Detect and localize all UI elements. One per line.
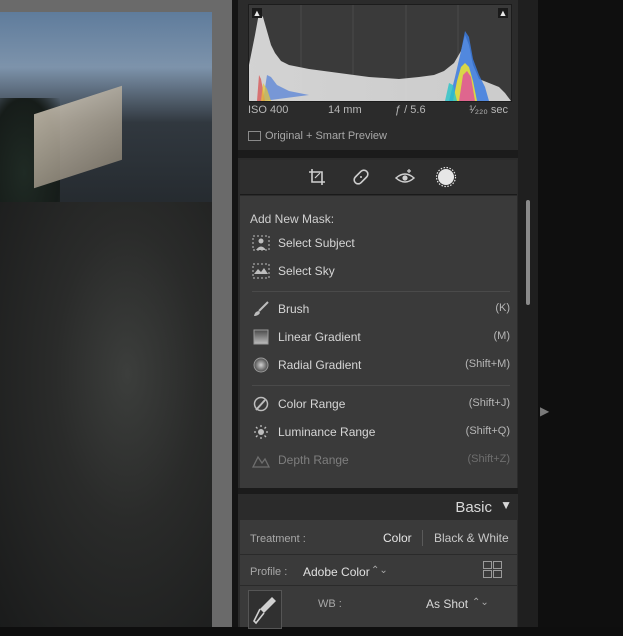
collapse-panel-arrow-icon[interactable]: ▶: [540, 404, 550, 424]
luminance-range-item[interactable]: Luminance Range (Shift+Q): [252, 423, 510, 443]
select-sky-item[interactable]: Select Sky: [252, 262, 510, 282]
wb-select[interactable]: As Shot: [426, 597, 468, 611]
photo-canvas-area[interactable]: [0, 0, 232, 627]
basic-section-title: Basic: [455, 499, 492, 516]
exif-aperture: ƒ / 5.6: [395, 104, 426, 116]
exif-info: ISO 400 14 mm ƒ / 5.6 ¹⁄₂₂₀ sec: [248, 104, 510, 120]
depth-range-icon: [251, 452, 271, 468]
select-sky-icon: [252, 263, 270, 279]
photo-rocks: [0, 202, 212, 627]
masking-icon[interactable]: [435, 166, 457, 188]
wb-chevron-icon[interactable]: ⌃⌄: [472, 597, 489, 608]
basic-section-body: Treatment : Color Black & White Profile …: [240, 520, 517, 629]
select-sky-label: Select Sky: [278, 264, 335, 278]
healing-icon[interactable]: [350, 166, 372, 188]
color-range-item[interactable]: Color Range (Shift+J): [252, 395, 510, 415]
highlight-clipping-toggle-icon[interactable]: ▲: [498, 8, 508, 18]
luminance-range-label: Luminance Range: [278, 425, 376, 439]
histogram[interactable]: ▲ ▲: [248, 4, 512, 102]
mask-menu-divider: [252, 291, 510, 292]
color-range-shortcut: (Shift+J): [468, 397, 510, 409]
color-range-label: Color Range: [278, 397, 346, 411]
depth-range-item: Depth Range (Shift+Z): [251, 451, 510, 471]
radial-gradient-item[interactable]: Radial Gradient (Shift+M): [252, 356, 510, 376]
panel-scrollbar-thumb[interactable]: [526, 200, 530, 305]
select-subject-item[interactable]: Select Subject: [252, 234, 510, 254]
color-range-icon: [252, 396, 270, 412]
mask-menu-title: Add New Mask:: [250, 212, 335, 226]
depth-range-shortcut: (Shift+Z): [467, 453, 510, 465]
treatment-label: Treatment :: [250, 533, 306, 545]
radial-gradient-label: Radial Gradient: [278, 358, 362, 372]
brush-label: Brush: [278, 302, 310, 316]
linear-gradient-item[interactable]: Linear Gradient (M): [252, 328, 510, 348]
profile-row: Profile : Adobe Color ⌃⌄: [240, 555, 517, 586]
white-balance-row: WB : As Shot ⌃⌄: [240, 586, 517, 629]
radial-gradient-icon: [252, 357, 270, 373]
brush-shortcut: (K): [495, 302, 510, 314]
exif-iso: ISO 400: [248, 104, 289, 116]
treatment-row: Treatment : Color Black & White: [240, 520, 517, 555]
develop-tool-strip: [240, 160, 517, 195]
preview-status-label: Original + Smart Preview: [265, 130, 387, 142]
section-separator: [238, 150, 518, 158]
preview-status-icon: [248, 131, 261, 142]
brush-icon: [252, 301, 270, 317]
luminance-range-icon: [252, 424, 270, 440]
profile-label: Profile :: [250, 566, 288, 578]
linear-gradient-label: Linear Gradient: [278, 330, 361, 344]
preview-status: Original + Smart Preview: [248, 130, 387, 146]
linear-gradient-shortcut: (M): [493, 330, 511, 342]
treatment-color-option[interactable]: Color: [383, 531, 412, 545]
treatment-black-white-option[interactable]: Black & White: [434, 531, 509, 545]
section-collapse-triangle-icon[interactable]: ▼: [500, 498, 512, 512]
profile-select[interactable]: Adobe Color: [303, 565, 370, 579]
wb-label: WB :: [318, 598, 342, 610]
exif-focal-length: 14 mm: [328, 104, 362, 116]
exif-shutter: ¹⁄₂₂₀ sec: [469, 104, 508, 116]
photo-preview[interactable]: [0, 12, 212, 627]
red-eye-icon[interactable]: [394, 166, 416, 188]
linear-gradient-icon: [252, 329, 270, 345]
luminance-range-shortcut: (Shift+Q): [465, 425, 510, 437]
mask-menu-divider: [252, 385, 510, 386]
select-subject-icon: [252, 235, 270, 251]
brush-item[interactable]: Brush (K): [252, 300, 510, 320]
shadow-clipping-toggle-icon[interactable]: ▲: [252, 8, 262, 18]
radial-gradient-shortcut: (Shift+M): [465, 358, 510, 370]
basic-section-header[interactable]: Basic ▼: [238, 494, 518, 520]
profile-browser-grid-icon[interactable]: [483, 561, 503, 579]
crop-icon[interactable]: [306, 166, 328, 188]
depth-range-label: Depth Range: [278, 453, 349, 467]
profile-chevron-icon[interactable]: ⌃⌄: [371, 565, 388, 576]
select-subject-label: Select Subject: [278, 236, 355, 250]
histogram-graph: [249, 5, 511, 101]
add-new-mask-menu: Add New Mask: Select Subject Select Sky …: [240, 196, 517, 488]
filmstrip-region: [538, 0, 623, 627]
wb-eyedropper-icon[interactable]: [248, 590, 282, 629]
treatment-separator: [422, 530, 423, 546]
